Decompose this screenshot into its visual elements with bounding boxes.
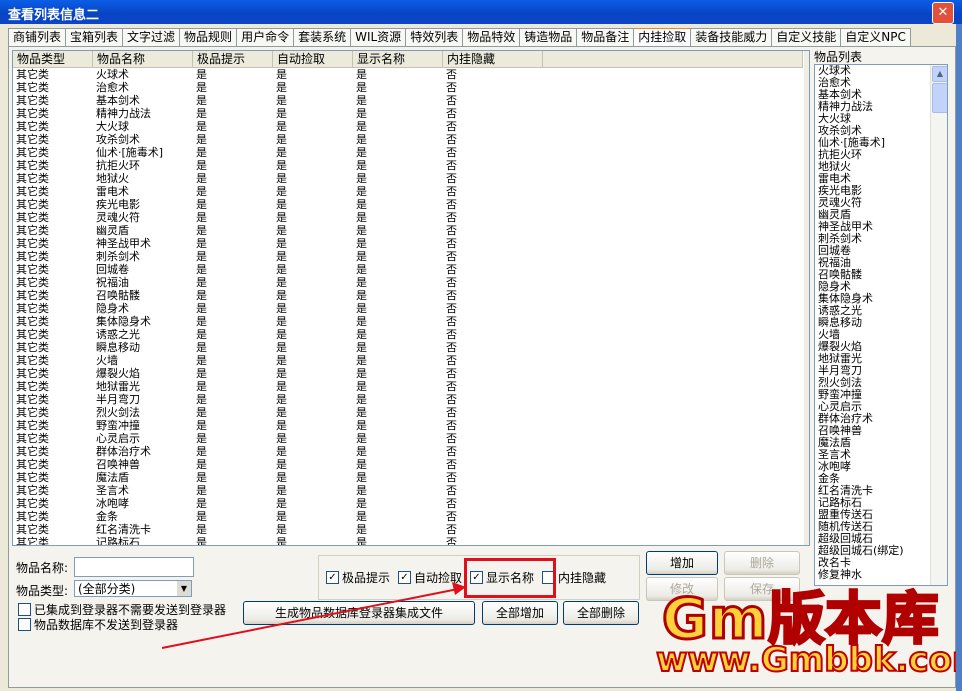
main-window: 查看列表信息二 ✕ 商铺列表 宝箱列表 文字过滤 物品规则 用户命令 套装系统 WIL资源特…: [0, 0, 962, 691]
arrowhead-icon: [452, 582, 466, 595]
watermark-line2: www.Gmbbk.com: [655, 639, 962, 681]
watermark-logo: Gm版本库 www.Gmbbk.com: [650, 572, 962, 691]
background-edge: [956, 24, 962, 691]
arrow-line: [161, 588, 459, 649]
